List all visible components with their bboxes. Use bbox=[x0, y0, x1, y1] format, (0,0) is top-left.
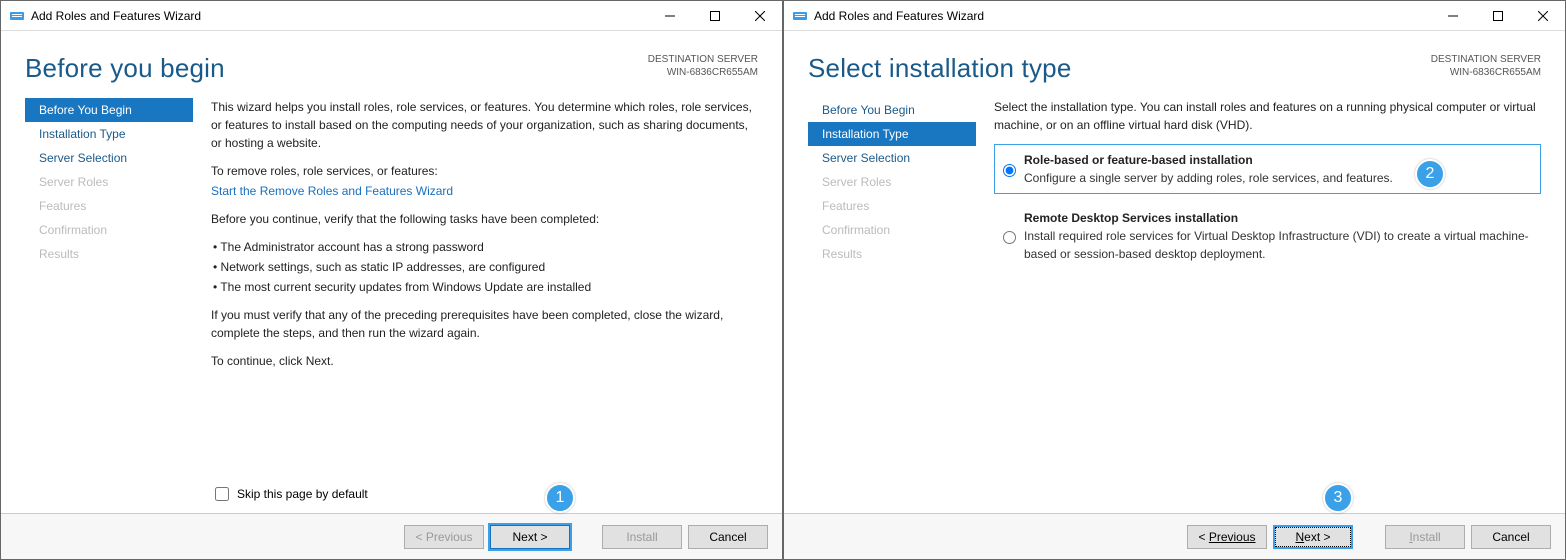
window-controls bbox=[647, 1, 782, 30]
sidebar-item-before-you-begin[interactable]: Before You Begin bbox=[808, 98, 976, 122]
remove-label: To remove roles, role services, or featu… bbox=[211, 162, 758, 180]
sidebar-item-server-selection[interactable]: Server Selection bbox=[25, 146, 193, 170]
callout-1: 1 bbox=[545, 483, 575, 513]
content: This wizard helps you install roles, rol… bbox=[193, 92, 758, 513]
dest-label: DESTINATION SERVER bbox=[648, 53, 758, 66]
skip-checkbox-row: Skip this page by default bbox=[215, 487, 368, 501]
sidebar-item-before-you-begin[interactable]: Before You Begin bbox=[25, 98, 193, 122]
intro-text: Select the installation type. You can in… bbox=[994, 98, 1541, 134]
next-button[interactable]: Next > bbox=[490, 525, 570, 549]
server-manager-icon bbox=[792, 8, 808, 24]
sidebar-item-server-roles: Server Roles bbox=[808, 170, 976, 194]
remove-wizard-link[interactable]: Start the Remove Roles and Features Wiza… bbox=[211, 184, 453, 198]
dest-label: DESTINATION SERVER bbox=[1431, 53, 1541, 66]
sidebar-item-confirmation: Confirmation bbox=[25, 218, 193, 242]
cancel-button[interactable]: Cancel bbox=[688, 525, 768, 549]
radio-role-based-input[interactable] bbox=[1003, 154, 1016, 187]
page-title: Select installation type bbox=[808, 53, 1072, 84]
minimize-button[interactable] bbox=[1430, 1, 1475, 30]
radio-remote-desktop[interactable]: Remote Desktop Services installation Ins… bbox=[994, 202, 1541, 270]
sidebar-item-server-roles: Server Roles bbox=[25, 170, 193, 194]
server-manager-icon bbox=[9, 8, 25, 24]
sidebar-item-installation-type[interactable]: Installation Type bbox=[25, 122, 193, 146]
sidebar: Before You Begin Installation Type Serve… bbox=[25, 92, 193, 513]
destination-server: DESTINATION SERVER WIN-6836CR655AM bbox=[648, 53, 758, 79]
prereq-item: Network settings, such as static IP addr… bbox=[211, 258, 758, 276]
maximize-button[interactable] bbox=[692, 1, 737, 30]
sidebar: Before You Begin Installation Type Serve… bbox=[808, 92, 976, 513]
radio-role-based[interactable]: Role-based or feature-based installation… bbox=[994, 144, 1541, 194]
content: Select the installation type. You can in… bbox=[976, 92, 1541, 513]
wizard-window-2: Add Roles and Features Wizard Select ins… bbox=[783, 0, 1566, 560]
footer: < Previous Next > Install Cancel bbox=[784, 513, 1565, 559]
previous-button: < Previous bbox=[404, 525, 484, 549]
radio-title: Remote Desktop Services installation bbox=[1024, 211, 1238, 225]
wizard-window-1: Add Roles and Features Wizard Before you… bbox=[0, 0, 783, 560]
previous-button[interactable]: < Previous bbox=[1187, 525, 1267, 549]
footer: < Previous Next > Install Cancel bbox=[1, 513, 782, 559]
close-button[interactable] bbox=[1520, 1, 1565, 30]
window-title: Add Roles and Features Wizard bbox=[814, 9, 1430, 23]
header: Before you begin DESTINATION SERVER WIN-… bbox=[1, 31, 782, 92]
dest-value: WIN-6836CR655AM bbox=[1431, 66, 1541, 79]
sidebar-item-features: Features bbox=[25, 194, 193, 218]
skip-label: Skip this page by default bbox=[237, 487, 368, 501]
next-button[interactable]: Next > bbox=[1273, 525, 1353, 549]
maximize-button[interactable] bbox=[1475, 1, 1520, 30]
dest-value: WIN-6836CR655AM bbox=[648, 66, 758, 79]
body: Before You Begin Installation Type Serve… bbox=[1, 92, 782, 513]
verify-note: If you must verify that any of the prece… bbox=[211, 306, 758, 342]
window-title: Add Roles and Features Wizard bbox=[31, 9, 647, 23]
titlebar: Add Roles and Features Wizard bbox=[784, 1, 1565, 31]
destination-server: DESTINATION SERVER WIN-6836CR655AM bbox=[1431, 53, 1541, 79]
intro-text: This wizard helps you install roles, rol… bbox=[211, 98, 758, 152]
page-title: Before you begin bbox=[25, 53, 225, 84]
minimize-button[interactable] bbox=[647, 1, 692, 30]
prereq-list: The Administrator account has a strong p… bbox=[211, 238, 758, 296]
continue-note: To continue, click Next. bbox=[211, 352, 758, 370]
radio-desc: Install required role services for Virtu… bbox=[1024, 229, 1529, 261]
sidebar-item-confirmation: Confirmation bbox=[808, 218, 976, 242]
install-button: Install bbox=[1385, 525, 1465, 549]
prereq-item: The Administrator account has a strong p… bbox=[211, 238, 758, 256]
verify-label: Before you continue, verify that the fol… bbox=[211, 210, 758, 228]
skip-checkbox[interactable] bbox=[215, 487, 229, 501]
callout-2: 2 bbox=[1415, 159, 1445, 189]
callout-3: 3 bbox=[1323, 483, 1353, 513]
radio-remote-desktop-input[interactable] bbox=[1003, 212, 1016, 263]
titlebar: Add Roles and Features Wizard bbox=[1, 1, 782, 31]
cancel-button[interactable]: Cancel bbox=[1471, 525, 1551, 549]
body: Before You Begin Installation Type Serve… bbox=[784, 92, 1565, 513]
install-button: Install bbox=[602, 525, 682, 549]
install-type-radio-group: Role-based or feature-based installation… bbox=[994, 144, 1541, 270]
close-button[interactable] bbox=[737, 1, 782, 30]
radio-title: Role-based or feature-based installation bbox=[1024, 153, 1253, 167]
sidebar-item-installation-type[interactable]: Installation Type bbox=[808, 122, 976, 146]
radio-desc: Configure a single server by adding role… bbox=[1024, 171, 1393, 185]
sidebar-item-server-selection[interactable]: Server Selection bbox=[808, 146, 976, 170]
sidebar-item-features: Features bbox=[808, 194, 976, 218]
sidebar-item-results: Results bbox=[25, 242, 193, 266]
header: Select installation type DESTINATION SER… bbox=[784, 31, 1565, 92]
prereq-item: The most current security updates from W… bbox=[211, 278, 758, 296]
window-controls bbox=[1430, 1, 1565, 30]
sidebar-item-results: Results bbox=[808, 242, 976, 266]
